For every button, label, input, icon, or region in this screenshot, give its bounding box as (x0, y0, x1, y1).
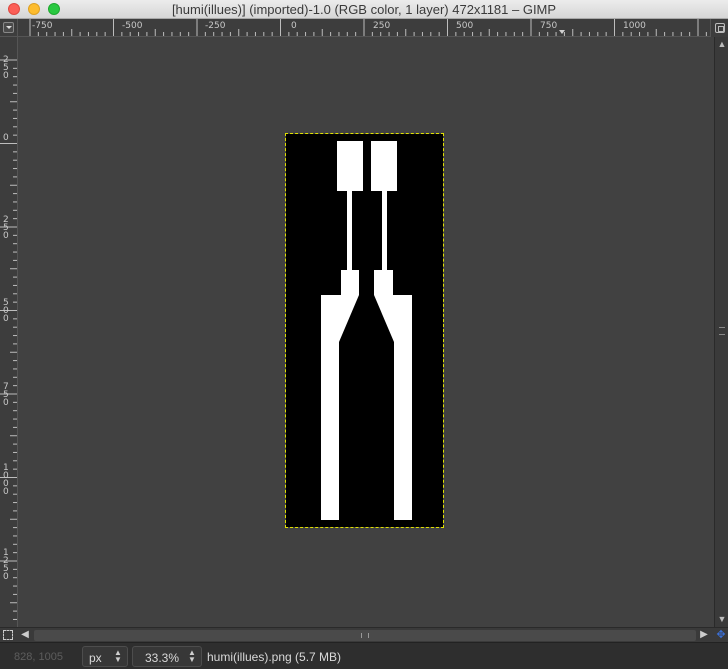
hruler-label: -750 (32, 21, 53, 31)
title-bar: [humi(illues)] (imported)-1.0 (RGB color… (0, 0, 728, 19)
vertical-scrollbar[interactable]: ▲ ▼ (714, 37, 728, 627)
zoom-value: 33.3% (145, 651, 180, 665)
zoom-selector[interactable]: 33.3% ▲ ▼ (132, 646, 202, 667)
vruler-label: 1250 (3, 548, 9, 582)
hruler-label: 250 (373, 21, 390, 31)
vruler-label: 750 (3, 382, 9, 408)
vruler-label: 1000 (3, 463, 9, 497)
pointer-coordinates: 828, 1005 (14, 651, 63, 663)
vruler-label: 250 (3, 215, 9, 241)
hruler-label: 750 (540, 21, 557, 31)
status-bar: 828, 1005 px ▲ ▼ 33.3% ▲ ▼ humi(illues).pn… (0, 642, 728, 669)
hruler-label: -250 (205, 21, 226, 31)
vruler-label: 500 (3, 298, 9, 324)
navigate-icon (715, 23, 725, 33)
vertical-ruler-ticks: 2 5 0 0 2 5 0 5 0 0 7 5 0 1 0 0 0 1 2 5 0 (0, 55, 17, 620)
window-title: [humi(illues)] (imported)-1.0 (RGB color… (171, 2, 557, 17)
image-menu-button[interactable] (0, 19, 18, 37)
vertical-ruler[interactable]: 250 0 250 500 750 1000 1250 (0, 37, 18, 627)
unit-value: px (89, 651, 102, 665)
scroll-grip-icon (361, 633, 369, 638)
quick-mask-icon[interactable] (3, 630, 13, 640)
status-message: humi(illues).png (5.7 MB) (207, 650, 342, 664)
vruler-label: 0 (3, 133, 9, 143)
right-trace (382, 191, 387, 270)
image-layer[interactable] (285, 133, 444, 528)
navigate-image-icon[interactable]: ✥ (714, 628, 728, 642)
left-electrode (321, 270, 359, 520)
scroll-left-icon[interactable]: ◀ (19, 629, 31, 641)
right-pad (371, 141, 397, 191)
image-canvas[interactable] (18, 37, 714, 627)
scroll-right-icon[interactable]: ▶ (698, 629, 710, 641)
horizontal-scrollbar[interactable]: ◀ ▶ (0, 627, 728, 642)
sensor-pattern (321, 141, 412, 520)
scroll-grip-icon (719, 327, 725, 335)
hruler-label: 0 (291, 21, 297, 31)
horizontal-scroll-track[interactable] (34, 630, 696, 641)
scroll-down-icon[interactable]: ▼ (717, 614, 727, 624)
vruler-label: 250 (3, 55, 9, 81)
hruler-label: -500 (122, 21, 143, 31)
scroll-up-icon[interactable]: ▲ (717, 39, 727, 49)
spinner-icon: ▲ ▼ (114, 648, 122, 664)
right-electrode (374, 270, 412, 520)
horizontal-ruler[interactable]: -750 -500 -250 0 250 500 750 1000 (18, 19, 710, 37)
horizontal-ruler-ticks: -750 -500 -250 0 250 500 750 1000 (29, 19, 707, 36)
hruler-label: 500 (456, 21, 473, 31)
hruler-label: 1000 (623, 21, 646, 31)
left-trace (347, 191, 352, 270)
spinner-icon: ▲ ▼ (188, 648, 196, 664)
navigate-button[interactable] (710, 19, 728, 37)
unit-selector[interactable]: px ▲ ▼ (82, 646, 128, 667)
menu-triangle-icon (3, 22, 14, 33)
left-pad (337, 141, 363, 191)
